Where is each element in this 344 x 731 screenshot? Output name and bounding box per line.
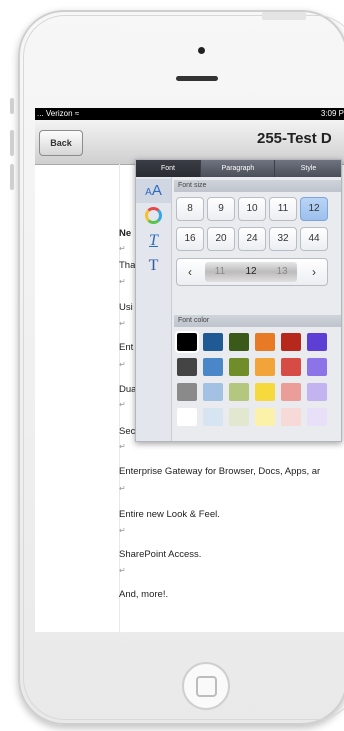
color-swatch[interactable]	[229, 383, 249, 401]
doc-line: Ent	[119, 342, 134, 353]
paragraph-mark: ↵	[119, 319, 126, 328]
color-swatch[interactable]	[307, 408, 327, 426]
paragraph-mark: ↵	[119, 244, 126, 253]
size-button[interactable]: 11	[269, 197, 297, 221]
color-swatch[interactable]	[255, 408, 275, 426]
paragraph-mark: ↵	[119, 277, 126, 286]
paragraph-mark: ↵	[119, 442, 126, 451]
home-square-icon	[196, 676, 217, 697]
paragraph-mark: ↵	[119, 360, 126, 369]
color-swatch[interactable]	[307, 333, 327, 351]
font-color-header: Font color	[174, 315, 341, 327]
next-size: 13	[276, 266, 288, 277]
color-swatch[interactable]	[203, 408, 223, 426]
font-size-icon[interactable]: AA	[136, 179, 171, 203]
format-tabs: Font Paragraph Style	[136, 160, 341, 177]
wifi-icon: ≈	[74, 109, 80, 118]
size-button[interactable]: 9	[207, 197, 235, 221]
volume-up-button	[10, 130, 14, 156]
chevron-left-icon[interactable]: ‹	[177, 259, 203, 285]
color-swatch[interactable]	[229, 333, 249, 351]
text-style-icon[interactable]: T	[136, 229, 171, 253]
size-button[interactable]: 20	[207, 227, 235, 251]
color-swatch[interactable]	[255, 358, 275, 376]
color-swatch[interactable]	[203, 383, 223, 401]
doc-line: Tha	[119, 260, 136, 271]
paragraph-mark: ↵	[119, 484, 126, 493]
color-swatch[interactable]	[177, 358, 197, 376]
font-size-header: Font size	[174, 180, 341, 192]
font-panel: Font size 8 9 10 11 12 16 20 24 32 44 ‹ …	[172, 177, 341, 441]
color-swatch[interactable]	[281, 358, 301, 376]
doc-line: Sec	[119, 426, 136, 437]
color-swatch[interactable]	[175, 331, 199, 353]
color-swatch[interactable]	[281, 408, 301, 426]
doc-line: Ne	[119, 228, 132, 239]
size-button[interactable]: 10	[238, 197, 266, 221]
color-swatch[interactable]	[255, 333, 275, 351]
document-title: 255-Test D	[257, 130, 332, 147]
format-popover: Font Paragraph Style AA T T Font size 8 …	[135, 159, 342, 442]
size-button[interactable]: 32	[269, 227, 297, 251]
mute-switch	[10, 98, 14, 114]
paragraph-mark: ↵	[119, 400, 126, 409]
size-button[interactable]: 8	[176, 197, 204, 221]
screen: ... Verizon ≈ 3:09 P Back 255-Test D Ne …	[35, 108, 344, 632]
power-button	[262, 12, 306, 20]
home-button[interactable]	[182, 662, 230, 710]
color-swatch[interactable]	[177, 383, 197, 401]
color-swatch[interactable]	[307, 358, 327, 376]
chevron-right-icon[interactable]: ›	[301, 259, 327, 285]
size-stepper: ‹ 11 12 13 ›	[176, 258, 328, 286]
color-swatch[interactable]	[203, 333, 223, 351]
tab-paragraph[interactable]: Paragraph	[200, 160, 275, 177]
color-swatch[interactable]	[281, 333, 301, 351]
doc-line: And, more!.	[119, 589, 169, 600]
status-time: 3:09 P	[320, 109, 344, 118]
size-button[interactable]: 24	[238, 227, 266, 251]
format-icon-column: AA T T	[136, 177, 172, 441]
font-family-icon[interactable]: T	[136, 254, 171, 278]
size-button-selected[interactable]: 12	[300, 197, 328, 221]
doc-line: Enterprise Gateway for Browser, Docs, Ap…	[119, 466, 321, 477]
color-swatch[interactable]	[177, 408, 197, 426]
prev-size: 11	[214, 266, 226, 277]
doc-line: Usi	[119, 302, 133, 313]
color-swatch[interactable]	[229, 408, 249, 426]
color-swatch[interactable]	[255, 383, 275, 401]
paragraph-mark: ↵	[119, 566, 126, 575]
size-button[interactable]: 16	[176, 227, 204, 251]
carrier-label: ... Verizon ≈	[37, 109, 80, 118]
color-swatch[interactable]	[307, 383, 327, 401]
color-swatch[interactable]	[229, 358, 249, 376]
color-wheel-icon[interactable]	[136, 204, 171, 228]
status-bar: ... Verizon ≈ 3:09 P	[35, 108, 344, 120]
camera-icon	[198, 47, 205, 54]
color-swatch[interactable]	[203, 358, 223, 376]
back-button[interactable]: Back	[39, 130, 83, 156]
doc-line: SharePoint Access.	[119, 549, 202, 560]
speaker-grille	[176, 76, 218, 81]
tab-font[interactable]: Font	[136, 160, 200, 177]
paragraph-mark: ↵	[119, 526, 126, 535]
current-size: 12	[245, 266, 257, 277]
volume-down-button	[10, 164, 14, 190]
size-button[interactable]: 44	[300, 227, 328, 251]
tab-style[interactable]: Style	[274, 160, 342, 177]
color-swatch[interactable]	[281, 383, 301, 401]
doc-line: Dua	[119, 384, 137, 395]
doc-line: Entire new Look & Feel.	[119, 509, 220, 520]
size-picker-wheel[interactable]: 11 12 13	[205, 262, 297, 282]
